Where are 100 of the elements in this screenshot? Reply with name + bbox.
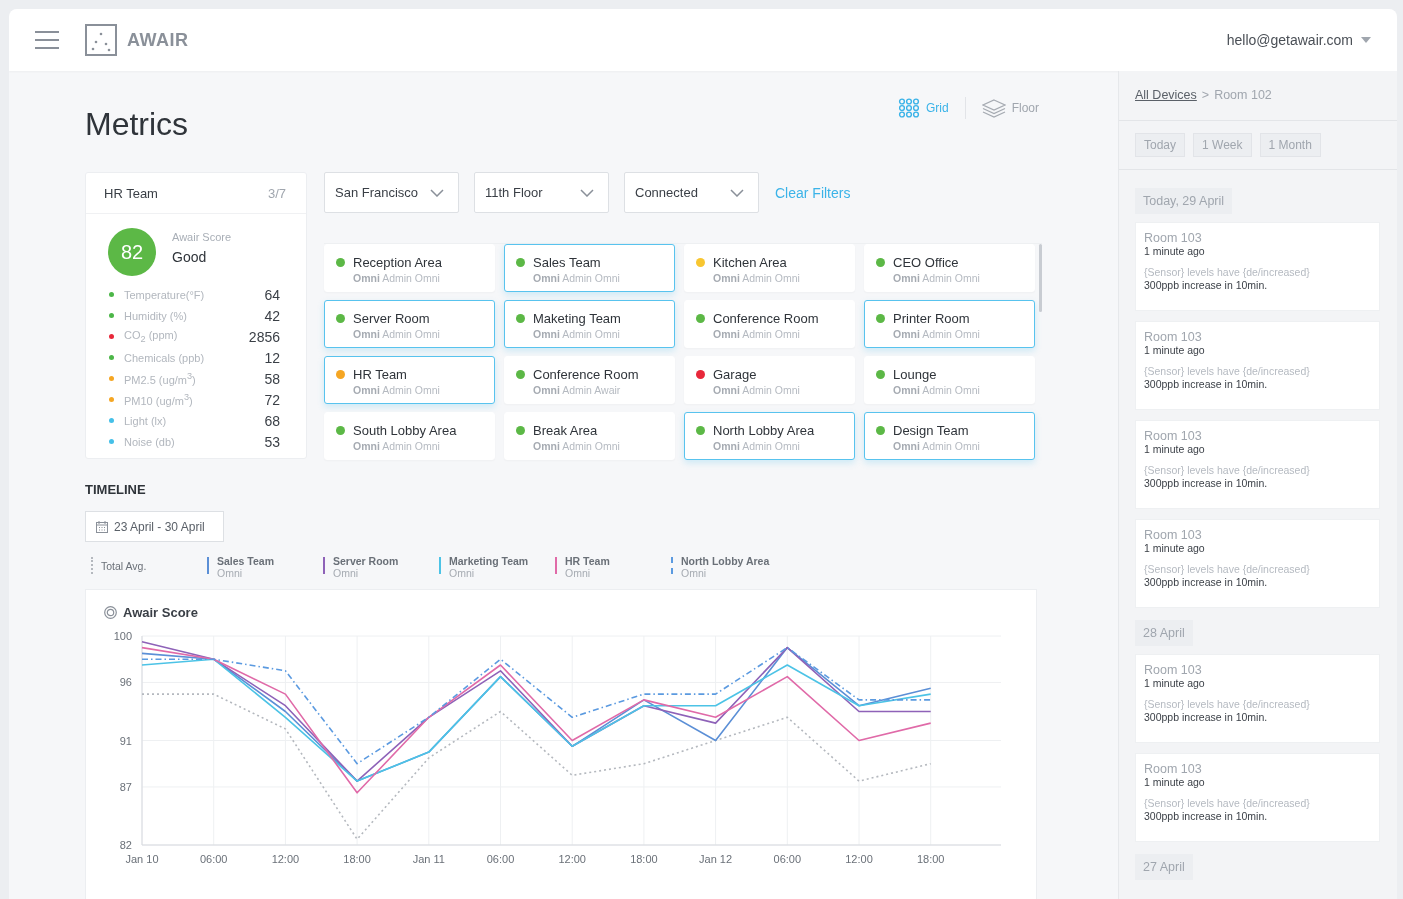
device-model: Omni [713, 384, 740, 396]
caret-icon [1361, 37, 1371, 43]
notification-card[interactable]: Room 103 1 minute ago {Sensor} levels have {de/increased} 300ppb increase in 10min. [1135, 321, 1380, 410]
notification-card[interactable]: Room 103 1 minute ago {Sensor} levels have {de/increased} 300ppb increase in 10min. [1135, 222, 1380, 311]
breadcrumb-current: Room 102 [1214, 88, 1272, 104]
notification-message: {Sensor} levels have {de/increased} [1144, 266, 1311, 278]
device-owner: Admin Omni [382, 440, 440, 452]
device-card[interactable]: Kitchen Area Omni Admin Omni [684, 244, 855, 292]
metric-label: Temperature(°F) [124, 288, 206, 301]
notification-title: Room 103 [1144, 231, 1203, 245]
filter-dropdown[interactable]: San Francisco [324, 172, 459, 213]
device-owner: Admin Omni [382, 328, 440, 340]
score-label: Awair Score [172, 231, 232, 243]
date-label: 27 April [1135, 854, 1193, 880]
notification-time: 1 minute ago [1144, 344, 1206, 356]
date-label: Today, 29 April [1135, 188, 1233, 214]
notification-detail: 300ppb increase in 10min. [1144, 576, 1269, 588]
device-card[interactable]: Break Area Omni Admin Omni [504, 412, 675, 460]
legend-label: North Lobby Area [681, 555, 770, 567]
device-model: Omni [893, 272, 920, 284]
device-card[interactable]: Design Team Omni Admin Omni [864, 412, 1035, 460]
device-owner: Admin Omni [922, 384, 980, 396]
axis-tick-label: 96 [119, 676, 132, 689]
notification-time: 1 minute ago [1144, 443, 1206, 455]
metric-label: PM2.5 (ug/m$^{3}$) [124, 371, 197, 386]
device-card[interactable]: Maketing Team Omni Admin Omni [504, 300, 675, 348]
device-card[interactable]: Conference Room Omni Admin Awair [504, 356, 675, 404]
metric-label: Noise (db) [124, 435, 176, 448]
device-owner: Admin Omni [922, 272, 980, 284]
legend-label: Total Avg. [101, 560, 147, 572]
axis-tick-label: 18:00 [343, 853, 371, 865]
notification-message: {Sensor} levels have {de/increased} [1144, 365, 1311, 377]
device-card[interactable]: Conference Room Omni Admin Omni [684, 300, 855, 348]
breadcrumb-link[interactable]: All Devices [1135, 88, 1197, 120]
device-owner: Admin Omni [562, 440, 620, 452]
device-card[interactable]: CEO Office Omni Admin Omni [864, 244, 1035, 292]
notification-detail: 300ppb increase in 10min. [1144, 810, 1269, 822]
device-name: Sales Team [533, 255, 602, 270]
notification-card[interactable]: Room 103 1 minute ago {Sensor} levels have {de/increased} 300ppb increase in 10min. [1135, 519, 1380, 608]
chart-title: Awair Score [123, 605, 198, 620]
filter-dropdown[interactable]: Connected [624, 172, 759, 213]
device-name: HR Team [104, 185, 158, 201]
device-owner: Admin Omni [562, 272, 620, 284]
notification-card[interactable]: Room 103 1 minute ago {Sensor} levels have {de/increased} 300ppb increase in 10min. [1135, 420, 1380, 509]
scrollbar[interactable] [1039, 244, 1042, 312]
device-card[interactable]: North Lobby Area Omni Admin Omni [684, 412, 855, 460]
device-model: Omni [533, 272, 560, 284]
axis-tick-label: 87 [119, 780, 132, 793]
device-model: Omni [713, 440, 740, 452]
device-card[interactable]: Lounge Omni Admin Omni [864, 356, 1035, 404]
device-owner: Admin Omni [922, 440, 980, 452]
legend-label: Sales Team [217, 555, 274, 567]
chevron-icon [580, 188, 594, 197]
axis-tick-label: 12:00 [845, 853, 873, 865]
notification-time: 1 minute ago [1144, 542, 1206, 554]
device-name: North Lobby Area [713, 423, 815, 438]
notification-card[interactable]: Room 103 1 minute ago {Sensor} levels have {de/increased} 300ppb increase in 10min. [1135, 654, 1380, 743]
axis-tick-label: Jan 11 [412, 853, 445, 865]
calendar-icon [96, 520, 108, 533]
device-owner: Admin Omni [562, 328, 620, 340]
device-name: Maketing Team [533, 311, 621, 326]
metric-label: CO$_{2}$ (ppm) [124, 328, 179, 345]
notification-title: Room 103 [1144, 663, 1203, 677]
device-card[interactable]: HR Team Omni Admin Omni [324, 356, 495, 404]
device-name: Kitchen Area [713, 255, 788, 270]
menu-icon[interactable] [35, 31, 59, 49]
device-owner: Admin Omni [382, 384, 440, 396]
device-card[interactable]: South Lobby Area Omni Admin Omni [324, 412, 495, 460]
device-name: Printer Room [893, 311, 971, 326]
notification-card[interactable]: Room 103 1 minute ago {Sensor} levels have {de/increased} 300ppb increase in 10min. [1135, 753, 1380, 842]
device-name: Conference Room [533, 367, 639, 382]
metric-label: Light (lx) [124, 414, 168, 427]
device-owner: Admin Omni [742, 440, 800, 452]
filter-dropdown[interactable]: 11th Floor [474, 172, 609, 213]
axis-tick-label: Jan 12 [699, 853, 733, 865]
device-card[interactable]: Server Room Omni Admin Omni [324, 300, 495, 348]
axis-tick-label: 18:00 [916, 853, 945, 865]
date-range-button[interactable]: 23 April - 30 April [85, 511, 224, 542]
device-card[interactable]: Garage Omni Admin Omni [684, 356, 855, 404]
axis-tick-label: 12:00 [271, 853, 300, 865]
logo-icon [85, 24, 117, 56]
device-count: 3/7 [267, 185, 286, 201]
device-card[interactable]: Printer Room Omni Admin Omni [864, 300, 1035, 348]
score-badge: 82 [108, 228, 156, 276]
grid-icon [898, 98, 920, 118]
device-card[interactable]: Reception Area Omni Admin Omni [324, 244, 495, 292]
notification-message: {Sensor} levels have {de/increased} [1144, 797, 1311, 809]
notification-time: 1 minute ago [1144, 677, 1206, 689]
legend-sublabel: Omni [217, 567, 244, 579]
axis-tick-label: 91 [119, 734, 132, 747]
axis-tick-label: 100 [113, 630, 132, 642]
device-model: Omni [353, 384, 380, 396]
device-card[interactable]: Sales Team Omni Admin Omni [504, 244, 675, 292]
metric-value: 42 [264, 307, 280, 324]
device-model: Omni [533, 328, 560, 340]
metric-label: Humidity (%) [124, 309, 188, 322]
legend-sublabel: Omni [449, 567, 476, 579]
device-model: Omni [893, 328, 920, 340]
user-menu[interactable]: hello@getawair.com [1226, 32, 1371, 48]
device-name: Garage [713, 367, 758, 382]
